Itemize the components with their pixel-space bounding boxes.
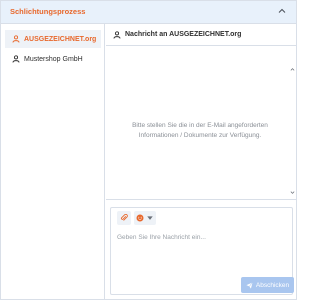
- message-list[interactable]: Bitte stellen Sie die in der E-Mail ange…: [106, 47, 296, 200]
- attach-button[interactable]: [117, 211, 131, 225]
- paper-plane-icon: [246, 281, 253, 289]
- composer-toolbar: [111, 208, 292, 228]
- empty-state-message: Bitte stellen Sie die in der E-Mail ange…: [132, 122, 268, 139]
- scroll-up-icon[interactable]: [290, 67, 295, 72]
- sidebar-item-mustershop[interactable]: Mustershop GmbH: [5, 50, 101, 68]
- conversation-header: Nachricht an AUSGEZEICHNET.org: [106, 24, 296, 46]
- message-scrollbar[interactable]: [290, 47, 296, 199]
- chevron-up-icon[interactable]: [277, 6, 287, 16]
- paperclip-icon: [120, 214, 128, 221]
- participant-sidebar: AUSGEZEICHNET.org Mustershop GmbH: [1, 24, 105, 299]
- dispute-panel: Schlichtungsprozess AUSGEZEICHNET.org Mu…: [0, 0, 297, 300]
- user-icon: [12, 35, 20, 43]
- panel-header[interactable]: Schlichtungsprozess: [1, 1, 296, 24]
- emoji-icon: [136, 214, 144, 222]
- panel-title: Schlichtungsprozess: [10, 7, 86, 16]
- send-button[interactable]: Abschicken: [241, 277, 294, 293]
- conversation-title: Nachricht an AUSGEZEICHNET.org: [125, 31, 242, 38]
- sidebar-item-ausgezeichnet[interactable]: AUSGEZEICHNET.org: [5, 30, 101, 48]
- sidebar-item-label: Mustershop GmbH: [24, 55, 83, 63]
- sidebar-item-label: AUSGEZEICHNET.org: [24, 35, 97, 43]
- user-icon: [113, 30, 121, 39]
- caret-down-icon: [147, 216, 153, 220]
- send-button-label: Abschicken: [255, 281, 290, 289]
- scroll-down-icon[interactable]: [290, 190, 295, 195]
- user-icon: [12, 55, 20, 63]
- emoji-button[interactable]: [134, 211, 156, 225]
- conversation-area: Nachricht an AUSGEZEICHNET.org Bitte ste…: [106, 24, 296, 299]
